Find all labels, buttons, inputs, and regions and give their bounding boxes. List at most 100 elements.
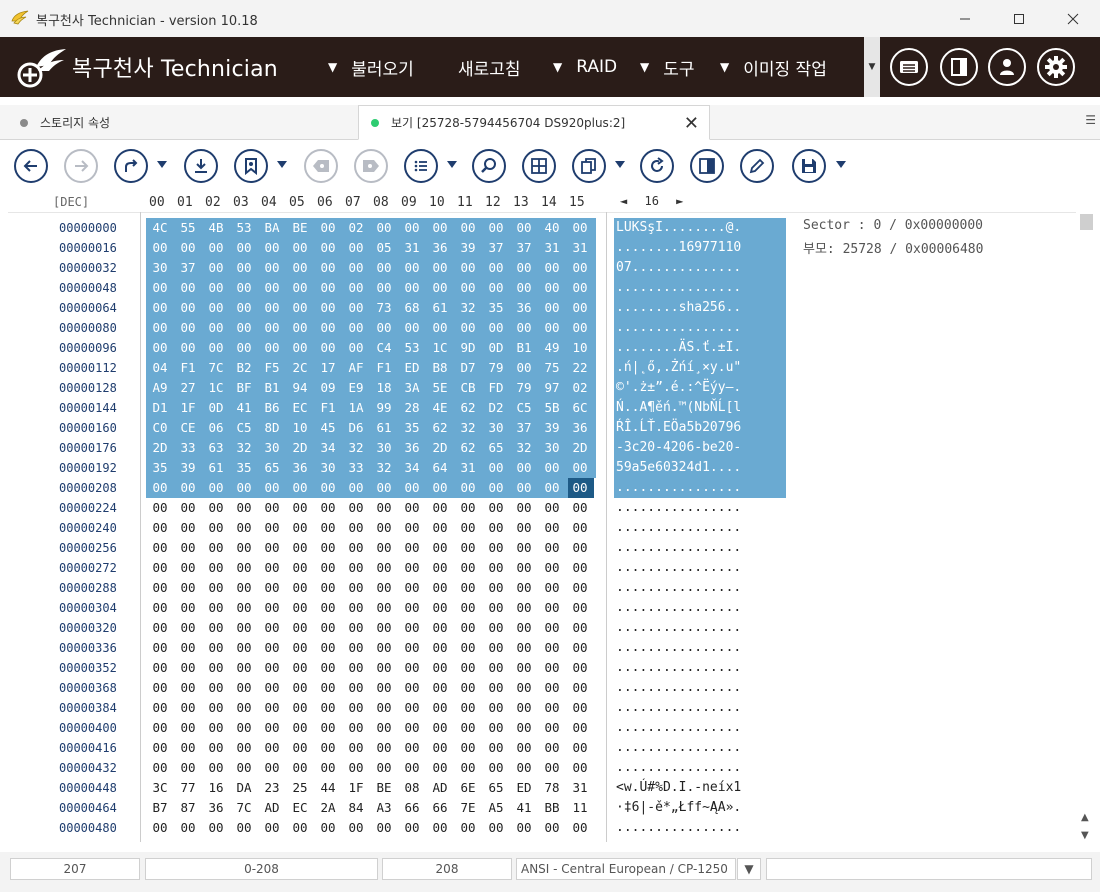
- hex-byte[interactable]: 00: [258, 738, 286, 758]
- hex-byte[interactable]: 44: [314, 778, 342, 798]
- hex-byte[interactable]: 00: [174, 618, 202, 638]
- hex-byte[interactable]: 65: [482, 438, 510, 458]
- ascii-row[interactable]: -3c20-4206-be20-: [616, 438, 741, 458]
- hex-byte[interactable]: 04: [146, 358, 174, 378]
- hex-byte[interactable]: D6: [342, 418, 370, 438]
- hex-byte[interactable]: 00: [314, 538, 342, 558]
- hex-byte[interactable]: 00: [258, 338, 286, 358]
- ascii-row[interactable]: ................: [616, 698, 741, 718]
- hex-byte[interactable]: 00: [454, 678, 482, 698]
- hex-byte[interactable]: 00: [174, 518, 202, 538]
- hex-byte[interactable]: 00: [538, 498, 566, 518]
- hex-byte[interactable]: 00: [454, 578, 482, 598]
- hex-byte[interactable]: 61: [426, 298, 454, 318]
- hex-byte[interactable]: 30: [538, 438, 566, 458]
- hex-byte[interactable]: 30: [370, 438, 398, 458]
- ascii-row[interactable]: 59a5e60324d1....: [616, 458, 741, 478]
- hex-byte[interactable]: 53: [230, 218, 258, 238]
- hex-byte[interactable]: 31: [566, 238, 594, 258]
- hex-byte[interactable]: 00: [314, 478, 342, 498]
- hex-byte[interactable]: 00: [538, 518, 566, 538]
- hex-byte[interactable]: 31: [538, 238, 566, 258]
- hex-byte[interactable]: 00: [314, 498, 342, 518]
- hex-byte[interactable]: 00: [286, 538, 314, 558]
- hex-byte[interactable]: 61: [370, 418, 398, 438]
- hex-byte[interactable]: 00: [174, 338, 202, 358]
- hex-byte[interactable]: 00: [258, 538, 286, 558]
- hex-byte[interactable]: 1F: [174, 398, 202, 418]
- ascii-row[interactable]: Ń..A¶ěń.™(NbŇĹ[l: [616, 398, 741, 418]
- hex-byte[interactable]: 00: [286, 478, 314, 498]
- tabs-menu-icon[interactable]: ☰: [1085, 113, 1096, 127]
- hex-byte[interactable]: 32: [454, 298, 482, 318]
- hex-byte[interactable]: 00: [230, 538, 258, 558]
- hex-byte[interactable]: 2C: [286, 358, 314, 378]
- ascii-row[interactable]: 07..............: [616, 258, 741, 278]
- hex-byte[interactable]: 00: [566, 498, 594, 518]
- hex-byte[interactable]: 36: [426, 238, 454, 258]
- hex-byte[interactable]: 36: [398, 438, 426, 458]
- hex-byte[interactable]: 00: [426, 618, 454, 638]
- hex-byte[interactable]: 78: [538, 778, 566, 798]
- hex-byte[interactable]: 00: [202, 758, 230, 778]
- hex-byte[interactable]: 00: [482, 638, 510, 658]
- hex-byte[interactable]: 31: [454, 458, 482, 478]
- ascii-row[interactable]: ................: [616, 658, 741, 678]
- hex-byte[interactable]: 65: [258, 458, 286, 478]
- ascii-row[interactable]: ................: [616, 538, 741, 558]
- hex-byte[interactable]: 00: [146, 758, 174, 778]
- hex-byte[interactable]: 00: [482, 478, 510, 498]
- hex-byte[interactable]: 9D: [454, 338, 482, 358]
- save-button[interactable]: [792, 149, 826, 183]
- hex-byte[interactable]: 00: [258, 238, 286, 258]
- hex-byte[interactable]: B6: [258, 398, 286, 418]
- hex-byte[interactable]: 00: [174, 818, 202, 838]
- hex-byte[interactable]: 00: [146, 698, 174, 718]
- hex-byte[interactable]: 06: [202, 418, 230, 438]
- hex-byte[interactable]: 00: [538, 618, 566, 638]
- hex-byte[interactable]: 00: [258, 638, 286, 658]
- hex-byte[interactable]: 00: [286, 658, 314, 678]
- hex-byte[interactable]: 00: [230, 618, 258, 638]
- hex-byte[interactable]: 00: [538, 598, 566, 618]
- next-bookmark-button[interactable]: [354, 149, 388, 183]
- hex-byte[interactable]: 00: [538, 718, 566, 738]
- hex-byte[interactable]: A5: [482, 798, 510, 818]
- ascii-row[interactable]: ................: [616, 678, 741, 698]
- hex-byte[interactable]: F1: [370, 358, 398, 378]
- hex-byte[interactable]: 00: [314, 658, 342, 678]
- hex-byte[interactable]: 00: [566, 738, 594, 758]
- hex-byte[interactable]: 00: [510, 618, 538, 638]
- hex-byte[interactable]: 00: [454, 498, 482, 518]
- hex-byte[interactable]: 00: [566, 578, 594, 598]
- hex-byte[interactable]: BE: [286, 218, 314, 238]
- hex-byte[interactable]: 84: [342, 798, 370, 818]
- ascii-row[interactable]: LUKSşI........@.: [616, 218, 741, 238]
- hex-byte[interactable]: 00: [398, 578, 426, 598]
- hex-byte[interactable]: 00: [482, 738, 510, 758]
- hex-byte[interactable]: D7: [454, 358, 482, 378]
- hex-byte[interactable]: 00: [286, 558, 314, 578]
- hex-byte[interactable]: 00: [398, 698, 426, 718]
- hex-byte[interactable]: 39: [454, 238, 482, 258]
- hex-byte[interactable]: 00: [258, 618, 286, 638]
- ascii-row[interactable]: ................: [616, 618, 741, 638]
- hex-byte[interactable]: 00: [398, 638, 426, 658]
- hex-byte[interactable]: 00: [342, 598, 370, 618]
- hex-byte[interactable]: 00: [510, 658, 538, 678]
- hex-byte[interactable]: 1F: [342, 778, 370, 798]
- hex-byte[interactable]: 53: [398, 338, 426, 358]
- hex-byte[interactable]: 00: [314, 258, 342, 278]
- hex-byte[interactable]: 32: [454, 418, 482, 438]
- hex-byte[interactable]: 2A: [314, 798, 342, 818]
- hex-byte[interactable]: 00: [510, 498, 538, 518]
- hex-byte[interactable]: 10: [566, 338, 594, 358]
- hex-byte[interactable]: 41: [510, 798, 538, 818]
- ascii-row[interactable]: <w.Ú#%D.I.-neíx1: [616, 778, 741, 798]
- hex-byte[interactable]: 00: [230, 718, 258, 738]
- hex-byte[interactable]: B1: [510, 338, 538, 358]
- ascii-row[interactable]: ................: [616, 598, 741, 618]
- hex-byte[interactable]: 00: [258, 598, 286, 618]
- hex-byte[interactable]: 00: [286, 818, 314, 838]
- hex-byte[interactable]: 00: [398, 318, 426, 338]
